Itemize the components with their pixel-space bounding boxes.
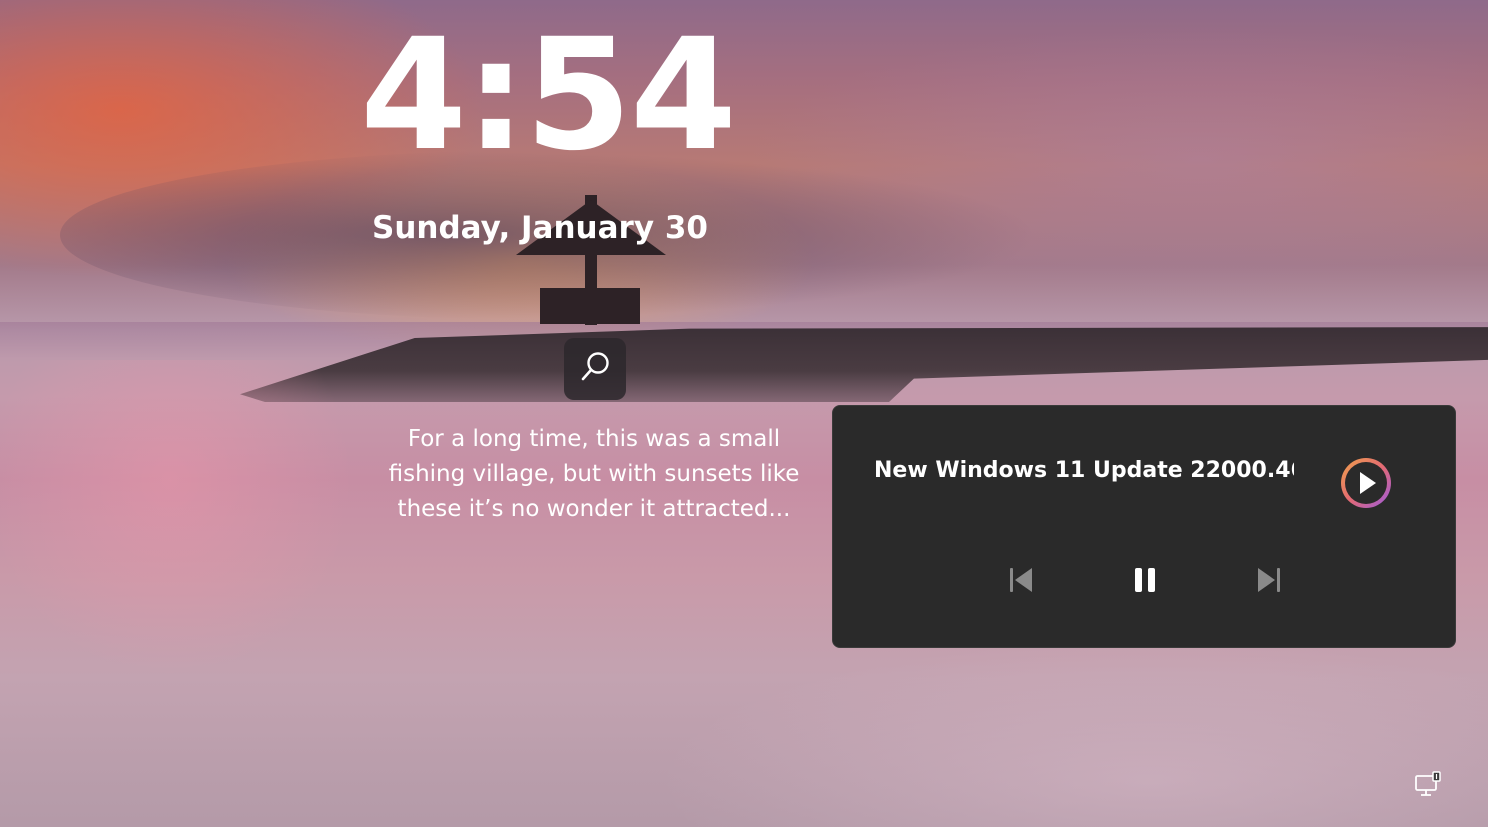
caption-line: these it’s no wonder it attracted... <box>397 496 791 522</box>
media-title: New Windows 11 Update 22000.469... <box>874 458 1294 483</box>
media-app-badge <box>1339 456 1393 510</box>
background-caption: For a long time, this was a small fishin… <box>384 422 804 527</box>
lock-screen-time: 4:54 <box>360 6 737 185</box>
network-icon <box>1413 770 1443 804</box>
background-gazebo-deck <box>540 288 640 324</box>
next-track-button[interactable] <box>1245 558 1293 606</box>
previous-track-button[interactable] <box>997 558 1045 606</box>
skip-back-icon <box>1006 565 1036 599</box>
caption-line: For a long time, this was a small <box>407 426 781 452</box>
pause-icon <box>1130 565 1160 599</box>
lock-screen-date: Sunday, January 30 <box>372 210 708 246</box>
network-status-button[interactable] <box>1412 771 1444 803</box>
lock-screen: 4:54 Sunday, January 30 For a long time,… <box>0 0 1488 827</box>
search-button[interactable] <box>564 338 626 400</box>
search-icon <box>576 348 614 390</box>
pause-button[interactable] <box>1121 558 1169 606</box>
media-controls-card: New Windows 11 Update 22000.469... <box>832 405 1456 648</box>
caption-line: fishing village, but with sunsets like <box>388 461 800 487</box>
skip-forward-icon <box>1254 565 1284 599</box>
